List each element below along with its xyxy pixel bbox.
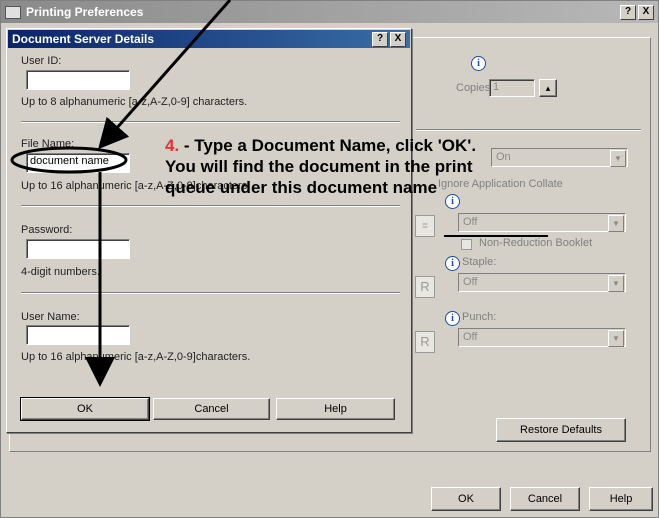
printing-preferences-title: Printing Preferences bbox=[26, 5, 144, 19]
staple-info-icon: i bbox=[445, 256, 460, 271]
collate-select[interactable]: On ▼ bbox=[491, 148, 628, 167]
password-label: Password: bbox=[21, 224, 73, 236]
copies-label: Copies: bbox=[456, 82, 494, 94]
preferences-ok-button[interactable]: OK bbox=[431, 487, 501, 511]
dialog-title-bar: Document Server Details ? X bbox=[8, 30, 410, 48]
close-title-button[interactable]: X bbox=[638, 4, 654, 20]
printer-icon bbox=[5, 5, 21, 19]
printing-preferences-title-bar: Printing Preferences ? X bbox=[1, 1, 658, 23]
non-reduction-checkbox[interactable] bbox=[461, 239, 472, 250]
copies-info-icon: i bbox=[471, 56, 486, 71]
dialog-separator-3 bbox=[21, 292, 400, 294]
file-name-label: File Name: bbox=[21, 138, 75, 150]
password-field[interactable] bbox=[26, 239, 130, 259]
help-title-button[interactable]: ? bbox=[620, 4, 636, 20]
preferences-cancel-button[interactable]: Cancel bbox=[510, 487, 580, 511]
chevron-down-icon: ▼ bbox=[608, 215, 624, 232]
punch-info-icon: i bbox=[445, 311, 460, 326]
punch-label: Punch: bbox=[462, 311, 497, 323]
annotation-line-2: You will find the document in the print bbox=[165, 157, 473, 176]
dialog-ok-button[interactable]: OK bbox=[20, 397, 150, 421]
booklet-preview-icon: ≣ bbox=[415, 215, 435, 237]
punch-preview-icon: R bbox=[415, 331, 435, 353]
file-name-field[interactable]: document name bbox=[26, 153, 130, 173]
document-server-dialog: Document Server Details ? X User ID: Up … bbox=[6, 28, 412, 433]
annotation-line-3: queue under this document name bbox=[165, 178, 438, 197]
dialog-help-button[interactable]: Help bbox=[276, 398, 395, 420]
booklet-select[interactable]: Off ▼ bbox=[458, 213, 626, 232]
staple-select[interactable]: Off ▼ bbox=[458, 273, 626, 292]
user-name-label: User Name: bbox=[21, 311, 80, 323]
step-number: 4. bbox=[165, 136, 180, 155]
chevron-down-icon: ▼ bbox=[608, 275, 624, 292]
staple-label: Staple: bbox=[462, 256, 497, 268]
dialog-title: Document Server Details bbox=[12, 32, 155, 46]
dialog-close-title-button[interactable]: X bbox=[390, 31, 406, 47]
user-name-hint: Up to 16 alphanumeric [a-z,A-Z,0-9]chara… bbox=[21, 351, 251, 363]
annotation-line-1: 4. - Type a Document Name, click 'OK'. bbox=[165, 136, 477, 155]
user-id-label: User ID: bbox=[21, 55, 62, 67]
copies-separator bbox=[416, 129, 641, 131]
dialog-separator-2 bbox=[21, 205, 400, 207]
punch-select[interactable]: Off ▼ bbox=[458, 328, 626, 347]
copies-field[interactable]: 1 bbox=[489, 79, 535, 97]
user-id-field[interactable] bbox=[26, 70, 130, 90]
dialog-help-title-button[interactable]: ? bbox=[372, 31, 388, 47]
restore-defaults-button[interactable]: Restore Defaults bbox=[496, 418, 626, 442]
dialog-separator-1 bbox=[21, 121, 400, 123]
user-id-hint: Up to 8 alphanumeric [a-z,A-Z,0-9] chara… bbox=[21, 96, 248, 108]
password-hint: 4-digit numbers. bbox=[21, 266, 100, 278]
non-reduction-label: Non-Reduction Booklet bbox=[479, 237, 593, 249]
preferences-help-button[interactable]: Help bbox=[589, 487, 653, 511]
staple-preview-icon: R bbox=[415, 276, 435, 298]
chevron-down-icon: ▼ bbox=[610, 150, 626, 167]
user-name-field[interactable] bbox=[26, 325, 130, 345]
annotation-text: 4. - Type a Document Name, click 'OK'. Y… bbox=[165, 135, 476, 198]
chevron-down-icon: ▼ bbox=[608, 330, 624, 347]
dialog-cancel-button[interactable]: Cancel bbox=[153, 398, 270, 420]
copies-spinner[interactable]: ▴ bbox=[539, 79, 557, 97]
